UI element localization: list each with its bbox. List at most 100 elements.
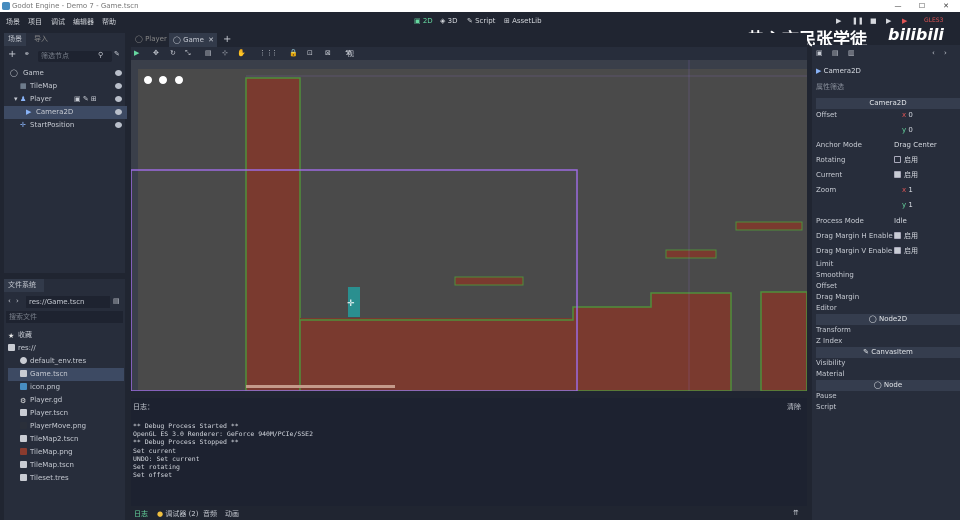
property-filter-input[interactable]: 属性筛选 <box>816 81 844 93</box>
fs-item-tilemap-tscn[interactable]: TileMap.tscn <box>8 459 124 472</box>
instance-icons[interactable]: ▣ ✎ ⊞ <box>74 93 97 106</box>
group-visibility[interactable]: Visibility <box>816 358 960 369</box>
new-resource-icon[interactable]: ▣ <box>816 49 823 57</box>
fs-path-input[interactable]: res://Game.tscn <box>26 296 110 308</box>
history-forward-icon[interactable]: › <box>944 49 947 57</box>
group-drag-margin[interactable]: Drag Margin <box>816 292 960 303</box>
pan-tool-icon[interactable]: ✋ <box>237 49 246 57</box>
close-tab-icon[interactable]: ✕ <box>208 33 214 47</box>
visibility-eye-icon[interactable] <box>115 109 122 115</box>
inspected-node[interactable]: ▶ Camera2D <box>816 65 861 77</box>
fs-item-player-gd[interactable]: ⚙ Player.gd <box>8 394 124 407</box>
snap-options-icon[interactable]: ⋮ <box>271 49 278 57</box>
minimize-button[interactable]: — <box>886 0 910 12</box>
script-icon[interactable]: ✎ <box>114 50 120 58</box>
select-tool-icon[interactable]: ▶ <box>134 49 139 57</box>
play-custom-button[interactable]: ▶ <box>902 17 907 25</box>
skeleton-icon[interactable]: ⊠ <box>325 49 331 57</box>
tab-audio[interactable]: 音频 <box>203 509 217 519</box>
fs-item-icon-png[interactable]: icon.png <box>8 381 124 394</box>
current-checkbox[interactable]: 启用 <box>894 168 918 183</box>
back-icon[interactable]: ‹ <box>8 297 11 305</box>
mode-assetlib-button[interactable]: ⊞ AssetLib <box>504 17 542 25</box>
close-window-button[interactable]: ✕ <box>934 0 958 12</box>
fs-item-game-tscn[interactable]: Game.tscn <box>8 368 124 381</box>
history-back-icon[interactable]: ‹ <box>932 49 935 57</box>
rotating-checkbox[interactable]: 启用 <box>894 153 918 168</box>
split-view-icon[interactable]: ▤ <box>113 297 120 305</box>
tree-node-game[interactable]: ◯ Game <box>4 67 127 80</box>
rotate-tool-icon[interactable]: ↻ <box>170 49 176 57</box>
process-mode-select[interactable]: Idle <box>894 214 907 229</box>
menu-scene[interactable]: 场景 <box>6 17 20 27</box>
tab-player[interactable]: ◯ Player <box>135 35 167 43</box>
offset-y-field[interactable]: y 0 <box>902 123 913 138</box>
zoom-x-field[interactable]: x 1 <box>902 183 913 198</box>
new-tab-button[interactable]: + <box>223 34 231 45</box>
group-material[interactable]: Material <box>816 369 960 380</box>
tab-output[interactable]: 日志 <box>134 509 148 519</box>
maximize-button[interactable]: ☐ <box>910 0 934 12</box>
zoom-y-field[interactable]: y 1 <box>902 198 913 213</box>
group-script[interactable]: Script <box>816 402 960 413</box>
group-z-index[interactable]: Z Index <box>816 336 960 347</box>
play-button[interactable]: ▶ <box>836 17 841 25</box>
group-smoothing[interactable]: Smoothing <box>816 270 960 281</box>
pivot-tool-icon[interactable]: ⊹ <box>222 49 228 57</box>
anchor-mode-select[interactable]: Drag Center <box>894 138 937 153</box>
clear-log-button[interactable]: 清除 <box>787 402 801 412</box>
group-offset[interactable]: Offset <box>816 281 960 292</box>
visibility-eye-icon[interactable] <box>115 122 122 128</box>
renderer-label[interactable]: GLES3 <box>924 17 943 24</box>
move-tool-icon[interactable]: ✥ <box>153 49 159 57</box>
play-scene-button[interactable]: ▶ <box>886 17 891 25</box>
forward-icon[interactable]: › <box>16 297 19 305</box>
group-transform[interactable]: Transform <box>816 325 960 336</box>
mode-script-button[interactable]: ✎ Script <box>467 17 495 25</box>
add-node-button[interactable]: + <box>8 49 16 60</box>
tab-import[interactable]: 导入 <box>30 33 52 46</box>
visibility-eye-icon[interactable] <box>115 83 122 89</box>
menu-editor[interactable]: 编辑器 <box>73 17 94 27</box>
menu-help[interactable]: 帮助 <box>102 17 116 27</box>
fs-item-default-env[interactable]: default_env.tres <box>8 355 124 368</box>
mode-2d-button[interactable]: ▣ 2D <box>414 17 433 25</box>
level-canvas[interactable]: ✛ <box>131 60 807 391</box>
group-limit[interactable]: Limit <box>816 259 960 270</box>
fs-search-input[interactable]: 搜索文件 <box>6 311 123 323</box>
expand-panel-icon[interactable]: ⇈ <box>793 509 799 517</box>
visibility-eye-icon[interactable] <box>115 96 122 102</box>
drag-v-checkbox[interactable]: 启用 <box>894 244 918 259</box>
tree-node-tilemap[interactable]: ▦ TileMap <box>4 80 127 93</box>
tab-game[interactable]: ◯ Game ✕ <box>169 33 217 47</box>
tab-debugger[interactable]: ● 调试器 (2) <box>157 509 198 519</box>
group-editor[interactable]: Editor <box>816 303 960 314</box>
fs-item-tilemap2-tscn[interactable]: TileMap2.tscn <box>8 433 124 446</box>
tree-node-player[interactable]: ▾ ♟ Player ▣ ✎ ⊞ <box>4 93 127 106</box>
open-resource-icon[interactable]: ▤ <box>832 49 839 57</box>
fs-item-favorites[interactable]: ★ 收藏 <box>8 329 124 342</box>
group-icon[interactable]: ⊡ <box>307 49 313 57</box>
lock-icon[interactable]: 🔒 <box>289 49 298 57</box>
group-pause[interactable]: Pause <box>816 391 960 402</box>
fs-item-playermove-png[interactable]: PlayerMove.png <box>8 420 124 433</box>
fs-item-tilemap-png[interactable]: TileMap.png <box>8 446 124 459</box>
tab-scene[interactable]: 场景 <box>4 33 26 46</box>
menu-project[interactable]: 项目 <box>28 17 42 27</box>
drag-h-checkbox[interactable]: 启用 <box>894 229 918 244</box>
tab-animation[interactable]: 动画 <box>225 509 239 519</box>
filesystem-tab[interactable]: 文件系统 <box>4 279 44 292</box>
expand-arrow-icon[interactable]: ▾ <box>14 93 18 106</box>
fs-item-res[interactable]: res:// <box>8 342 124 355</box>
tree-node-camera2d[interactable]: ▶ Camera2D <box>4 106 127 119</box>
stop-button[interactable]: ■ <box>870 17 877 25</box>
2d-viewport[interactable]: ✛ <box>131 60 807 391</box>
save-resource-icon[interactable]: ▥ <box>848 49 855 57</box>
tree-node-startposition[interactable]: ✛ StartPosition <box>4 119 127 132</box>
list-select-icon[interactable]: ▤ <box>205 49 212 57</box>
scale-tool-icon[interactable]: ⤡ <box>185 49 191 58</box>
fs-item-tileset-tres[interactable]: Tileset.tres <box>8 472 124 485</box>
offset-x-field[interactable]: x 0 <box>902 108 913 123</box>
menu-debug[interactable]: 调试 <box>51 17 65 27</box>
visibility-eye-icon[interactable] <box>115 70 122 76</box>
